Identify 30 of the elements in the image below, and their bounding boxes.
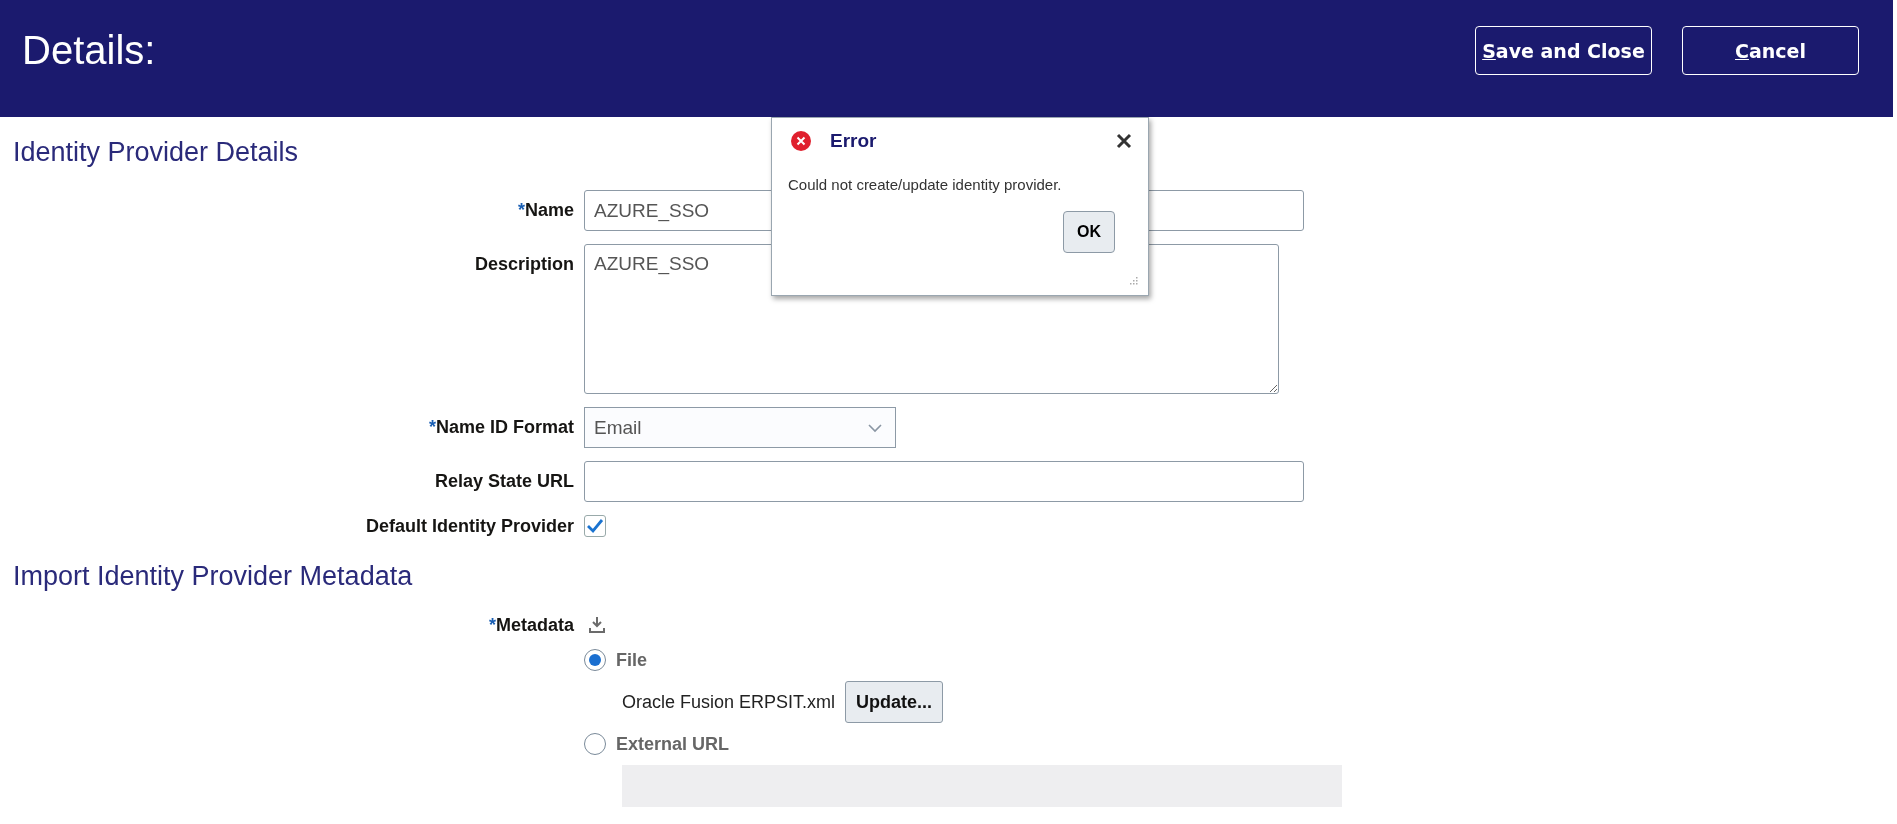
- field-label: Description: [474, 254, 574, 274]
- section-title: Identity Provider Details: [13, 137, 299, 168]
- ok-button[interactable]: OK: [1063, 211, 1115, 253]
- dialog-title: Error: [830, 130, 878, 152]
- field-label: Default Identity Provider: [365, 515, 574, 536]
- close-icon[interactable]: [1116, 133, 1132, 149]
- field-label: Relay State URL: [434, 471, 574, 491]
- file-name: Oracle Fusion ERPSIT.xml: [622, 691, 836, 713]
- page-title: Details:: [22, 28, 156, 73]
- chevron-down-icon: [867, 422, 883, 433]
- radio-label: External URL: [616, 733, 730, 755]
- field-label: Metadata: [495, 614, 574, 635]
- update-button[interactable]: Update...: [845, 681, 944, 723]
- header-button[interactable]: Cancel: [1682, 26, 1859, 75]
- error-icon: [790, 130, 812, 152]
- text-field[interactable]: [584, 461, 1304, 502]
- required-marker: *: [517, 200, 525, 220]
- radio-button[interactable]: [584, 733, 606, 755]
- field-label: Name: [524, 200, 574, 220]
- radio-button[interactable]: [584, 649, 606, 671]
- checkbox[interactable]: [584, 515, 606, 537]
- dropdown-field[interactable]: Email: [584, 407, 896, 448]
- required-marker: *: [488, 614, 496, 635]
- dialog-message: Could not create/update identity provider.: [788, 176, 1063, 193]
- field-label: Name ID Format: [435, 417, 574, 437]
- section-title: Import Identity Provider Metadata: [13, 561, 413, 592]
- radio-label: File: [616, 649, 647, 671]
- required-marker: *: [428, 417, 436, 437]
- download-icon[interactable]: [588, 616, 606, 634]
- header-button[interactable]: Save and Close: [1475, 26, 1652, 75]
